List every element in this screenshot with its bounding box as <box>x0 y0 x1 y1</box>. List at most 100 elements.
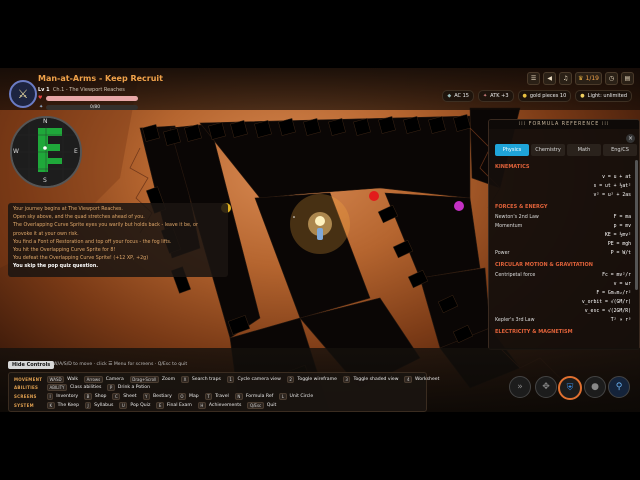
controls-row: MOVEMENT WASD Walk Arrows Camera Drag+Scroll Z… <box>14 375 442 383</box>
hide-controls-button[interactable]: Hide Controls <box>8 361 55 369</box>
clock-icon: ◷ <box>608 75 615 82</box>
ability-slot[interactable]: ● <box>584 376 606 398</box>
key-action: Camera <box>105 376 124 382</box>
formula-list[interactable]: KINEMATICS v = u + at s = ut + ½at² v² = u²… <box>495 160 631 338</box>
stat-strip: ◆ AC 15 ✦ ATK +3 ● gold pieces 10 ● Light: u… <box>442 90 632 102</box>
achievements-button[interactable]: ♛ 1/19 <box>575 72 602 85</box>
formula-row: Centripetal force Fc = mv²/r <box>495 271 631 280</box>
top-icon-bar: ☰ ◀ ♫ ♛ 1/19 ◷ ▤ <box>527 72 634 85</box>
key-cap: H <box>197 401 206 409</box>
key-cap: K <box>47 401 55 409</box>
tab-chemistry[interactable]: Chemistry <box>531 144 565 156</box>
book-button[interactable]: ▤ <box>621 72 634 85</box>
controls-category: SYSTEM <box>14 402 34 408</box>
minimap-grid <box>12 118 80 186</box>
compass-icon: ✥ <box>542 382 550 392</box>
book-icon: ▤ <box>624 75 631 82</box>
ability-slot[interactable]: ⚲ <box>608 376 630 398</box>
formula-name: Power <box>495 251 510 256</box>
character-title: Man-at-Arms - Keep Recruit <box>38 74 163 83</box>
formula-header: ⁞⁞⁞ FORMULA REFERENCE ⁞⁞⁞ <box>489 120 639 129</box>
key-action: Class abilities <box>69 385 102 391</box>
formula-expression: Fc = mv²/r <box>602 273 631 278</box>
formula-row: Kepler's 3rd Law T² ∝ r³ <box>495 316 631 325</box>
xp-icon: ✦ <box>39 104 44 110</box>
sound-button[interactable]: ◀ <box>543 72 557 85</box>
controls-row: SYSTEM K The Keep J Syllabus U Pop Quiz E Final … <box>14 401 279 409</box>
log-line: Open sky above, and the quad stretches a… <box>13 215 145 221</box>
key-action: Unit Circle <box>289 394 314 400</box>
lightbulb-icon: ● <box>580 93 585 99</box>
close-icon: × <box>627 135 634 142</box>
close-button[interactable]: × <box>626 134 635 143</box>
key-action: Worksheet <box>415 376 440 382</box>
minimap[interactable]: N S W E <box>10 116 82 188</box>
key-cap: N <box>234 393 243 401</box>
key-action: Map <box>189 394 199 400</box>
log-line: Your journey begins at The Viewport Reac… <box>13 207 123 212</box>
controls-category: ABILITIES <box>14 385 39 391</box>
class-emblem[interactable]: ⚔ <box>9 80 37 108</box>
shield-icon: ◆ <box>447 93 452 99</box>
tab-eng-cs[interactable]: Eng/CS <box>603 144 637 156</box>
trophy-icon: ♛ <box>578 75 584 82</box>
formula-expression: s = ut + ½at² <box>593 184 631 189</box>
key-action: Quit <box>266 402 277 408</box>
formula-name: Kepler's 3rd Law <box>495 318 535 323</box>
formula-expression: p = mv <box>613 224 631 229</box>
hp-bar <box>46 96 138 101</box>
formula-scrollbar[interactable] <box>635 160 638 290</box>
formula-expression: v² = u² + 2as <box>593 193 631 198</box>
ability-slot-active[interactable]: ⛨ <box>558 376 582 400</box>
xp-value: 0/80 <box>90 105 101 110</box>
formula-row: v_orbit = √(GM/r) <box>495 298 631 307</box>
key-action: Inventory <box>56 394 79 400</box>
music-button[interactable]: ♫ <box>559 72 573 85</box>
formula-row: v_esc = √(2GM/R) <box>495 307 631 316</box>
heart-icon: ♥ <box>38 95 43 101</box>
formula-row: KE = ½mv² <box>495 231 631 240</box>
key-cap: X <box>181 375 189 383</box>
key-action: Toggle wireframe <box>297 376 337 382</box>
formula-section-title: KINEMATICS <box>495 164 530 170</box>
stat-atk-label: ATK +3 <box>490 93 509 99</box>
key-cap: Y <box>142 393 150 401</box>
formula-row: Newton's 2nd Law F = ma <box>495 213 631 222</box>
key-action: Travel <box>215 394 229 400</box>
ability-slot[interactable]: ✥ <box>535 376 557 398</box>
controls-row: SCREENS I Inventory B Shop C Sheet Y Bestiary O Ma… <box>14 393 316 401</box>
formula-row: v² = u² + 2as <box>495 191 631 200</box>
stat-ac-label: AC 15 <box>454 93 469 99</box>
formula-row: v = ωr <box>495 280 631 289</box>
music-icon: ♫ <box>562 75 569 82</box>
formula-row: F = Gm₁m₂/r² <box>495 289 631 298</box>
minimap-north: N <box>43 118 48 125</box>
minimap-west: W <box>13 148 19 155</box>
tab-physics[interactable]: Physics <box>495 144 529 156</box>
tab-math[interactable]: Math <box>567 144 601 156</box>
formula-row: PE = mgh <box>495 240 631 249</box>
formula-expression: v = u + at <box>602 175 631 180</box>
log-line: You hit the Overlapping Curve Sprite for… <box>13 248 116 254</box>
ability-slot[interactable]: » <box>509 376 531 398</box>
key-action: The Keep <box>57 402 79 408</box>
key-action: Final Exam <box>166 402 192 408</box>
hp-fill <box>46 96 138 101</box>
log-line: You find a Font of Restoration and top o… <box>13 239 172 245</box>
formula-section-title: FORCES & ENERGY <box>495 204 548 210</box>
formula-expression: KE = ½mv² <box>605 233 631 238</box>
key-action: Toggle shaded view <box>353 376 399 382</box>
menu-button[interactable]: ☰ <box>527 72 541 85</box>
formula-expression: F = Gm₁m₂/r² <box>596 291 631 296</box>
formula-row: v = u + at <box>495 173 631 182</box>
key-action: Bestiary <box>152 394 172 400</box>
key-cap: E <box>156 401 164 409</box>
key-cap: J <box>84 401 92 409</box>
sword-icon: ✦ <box>482 93 488 99</box>
clock-button[interactable]: ◷ <box>605 72 618 85</box>
formula-expression: v_esc = √(2GM/R) <box>584 309 631 314</box>
key-cap: P <box>107 384 115 392</box>
key-action: Formula Ref <box>245 394 274 400</box>
key-cap: L <box>279 393 287 401</box>
formula-name: Centripetal force <box>495 273 536 278</box>
